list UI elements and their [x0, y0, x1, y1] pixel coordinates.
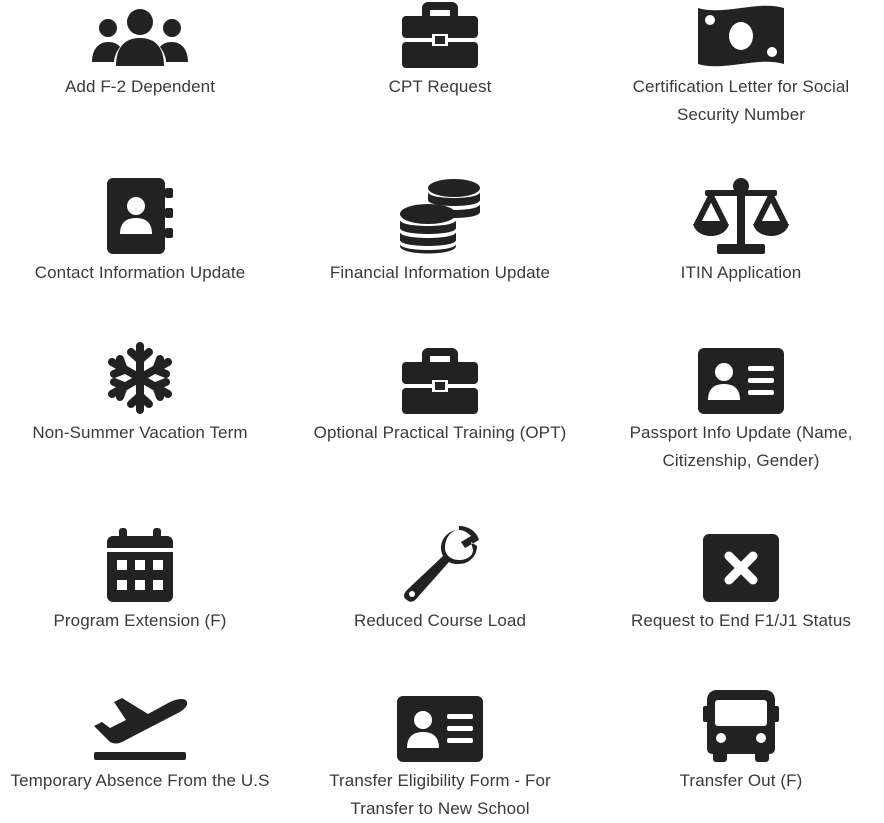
tile-transfer-out[interactable]: Transfer Out (F)	[593, 690, 884, 795]
address-book-icon	[92, 178, 188, 254]
id-card-icon	[392, 694, 488, 762]
tile-label: Optional Practical Training (OPT)	[313, 423, 567, 442]
users-icon	[92, 0, 188, 68]
tile-label: Contact Information Update	[34, 263, 246, 282]
bus-icon	[693, 690, 789, 762]
tile-label: Financial Information Update	[329, 263, 551, 282]
tile-optional-practical-training[interactable]: Optional Practical Training (OPT)	[292, 346, 588, 447]
tile-label: Transfer Out (F)	[679, 771, 803, 790]
tile-temporary-absence[interactable]: Temporary Absence From the U.S	[0, 694, 288, 795]
tile-label: ITIN Application	[680, 263, 802, 282]
balance-scale-icon	[693, 178, 789, 254]
tile-reduced-course-load[interactable]: Reduced Course Load	[292, 526, 588, 635]
service-tile-grid: Add F-2 Dependent CPT Request Certificat…	[0, 0, 884, 821]
tile-request-to-end-status[interactable]: Request to End F1/J1 Status	[593, 534, 884, 635]
briefcase-icon	[392, 0, 488, 68]
wrench-icon	[392, 526, 488, 602]
id-card-icon	[693, 346, 789, 414]
tile-label: Reduced Course Load	[353, 611, 527, 630]
plane-departure-icon	[92, 694, 188, 762]
tile-label: Certification Letter for Social Security…	[632, 77, 850, 124]
snowflake-icon	[92, 342, 188, 414]
tile-transfer-eligibility-form[interactable]: Transfer Eligibility Form - For Transfer…	[292, 694, 588, 823]
tile-label: Request to End F1/J1 Status	[630, 611, 852, 630]
tile-label: Program Extension (F)	[53, 611, 227, 630]
tile-certification-letter-ssn[interactable]: Certification Letter for Social Security…	[593, 0, 884, 129]
tile-label: Add F-2 Dependent	[64, 77, 216, 96]
tile-label: Non-Summer Vacation Term	[32, 423, 248, 442]
tile-passport-info-update[interactable]: Passport Info Update (Name, Citizenship,…	[593, 346, 884, 475]
money-bill-icon	[693, 0, 789, 68]
tile-non-summer-vacation-term[interactable]: Non-Summer Vacation Term	[0, 342, 288, 447]
coins-icon	[392, 179, 488, 254]
tile-label: CPT Request	[388, 77, 492, 96]
tile-cpt-request[interactable]: CPT Request	[292, 0, 588, 101]
tile-label: Transfer Eligibility Form - For Transfer…	[329, 771, 551, 818]
tile-label: Passport Info Update (Name, Citizenship,…	[629, 423, 853, 470]
calendar-icon	[92, 528, 188, 602]
tile-contact-information-update[interactable]: Contact Information Update	[0, 178, 288, 287]
close-box-icon	[693, 534, 789, 602]
tile-label: Temporary Absence From the U.S	[10, 771, 270, 790]
tile-program-extension[interactable]: Program Extension (F)	[0, 528, 288, 635]
briefcase-icon	[392, 346, 488, 414]
tile-financial-information-update[interactable]: Financial Information Update	[292, 179, 588, 287]
tile-itin-application[interactable]: ITIN Application	[593, 178, 884, 287]
tile-add-f2-dependent[interactable]: Add F-2 Dependent	[0, 0, 288, 101]
